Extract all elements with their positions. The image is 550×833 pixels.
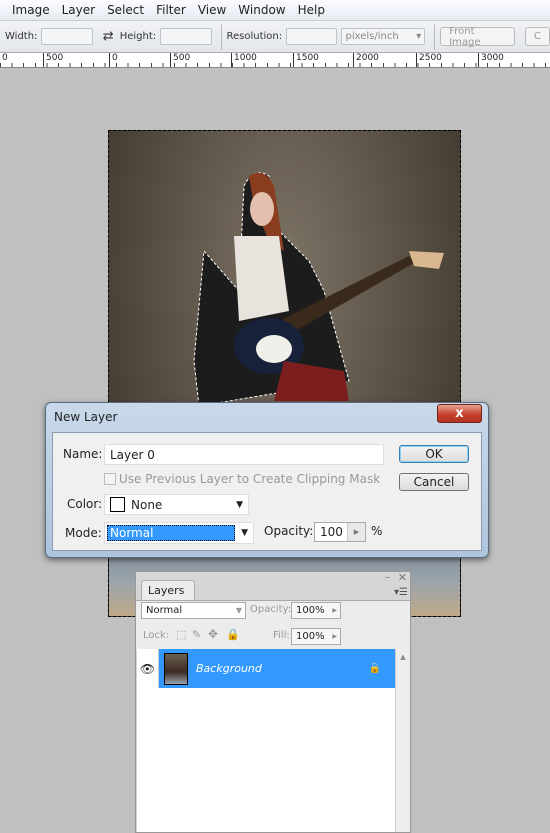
name-value: Layer 0 [110,447,155,462]
name-input[interactable]: Layer 0 [104,444,384,465]
opacity-label: Opacity: [250,604,292,615]
color-select[interactable]: None ▼ [104,494,249,515]
width-input[interactable] [41,28,93,45]
layer-thumbnail [164,652,188,685]
opacity-slider-arrow-icon[interactable]: ▶ [347,523,365,541]
menu-image[interactable]: Image [0,3,56,17]
options-bar: Width: ⇄ Height: Resolution: pixels/inch… [0,20,550,53]
layer-opacity-input[interactable]: 100% ▶ [291,602,341,619]
close-button[interactable]: x [437,404,482,423]
menu-help[interactable]: Help [292,3,331,17]
ruler-label: 0 [0,53,8,67]
ruler-label: 1000 [231,53,257,67]
ruler-ticks [0,63,550,67]
layer-opacity-value: 100% [296,605,325,616]
fill-label: Fill: [273,630,290,641]
menu-filter[interactable]: Filter [150,3,192,17]
lock-label: Lock: [143,630,170,641]
panel-menu-icon[interactable]: ▾☰ [394,587,408,598]
fill-value: 100% [296,631,325,642]
ruler-label: 0 [109,53,118,67]
opacity-value: 100 [320,525,343,539]
ruler-label: 3000 [478,53,504,67]
color-value: None [131,497,163,512]
lock-move-icon[interactable]: ✥ [208,627,218,641]
ruler-label: 2000 [353,53,379,67]
layers-panel: – ✕ ▾☰ Layers × Normal ▼ Opacity: 100% ▶ L… [135,571,411,833]
swap-icon[interactable]: ⇄ [103,29,114,44]
lock-icon: 🔒 [368,663,381,674]
menu-layer[interactable]: Layer [56,3,101,17]
clear-button[interactable]: C [525,27,550,46]
clipping-mask-label: Use Previous Layer to Create Clipping Ma… [119,472,381,486]
layer-name[interactable]: Background [196,662,262,675]
lock-brush-icon[interactable]: ✎ [192,628,201,641]
blend-mode-select[interactable]: Normal ▼ [141,602,246,619]
new-layer-dialog: New Layer x Name: Layer 0 Use Previous L… [45,402,489,558]
clipping-mask-checkbox[interactable] [104,473,116,485]
layer-row-background[interactable]: 👁 Background 🔒 [137,649,395,688]
percent-label: % [371,524,383,538]
width-label: Width: [5,31,38,42]
front-image-button[interactable]: Front Image [440,26,516,48]
horizontal-ruler: 0 500 0 500 1000 1500 2000 2500 3000 [0,53,550,68]
fill-input[interactable]: 100% ▶ [291,628,341,645]
units-value: pixels/inch [345,31,399,42]
chevron-down-icon: ▼ [241,528,248,538]
minimize-icon[interactable]: – [385,572,390,583]
mode-select[interactable]: Normal ▼ [104,522,254,544]
opacity-label: Opacity: [264,524,314,538]
resolution-label: Resolution: [226,31,283,42]
ruler-label: 2500 [416,53,442,67]
ruler-label: 500 [170,53,190,67]
chevron-down-icon: ▼ [235,606,242,615]
layers-scrollbar[interactable]: ▲ [395,649,410,832]
blend-mode-value: Normal [146,605,183,616]
lock-transparent-icon[interactable]: ⬚ [176,628,186,641]
divider [434,23,436,50]
ruler-label: 1500 [293,53,319,67]
height-input[interactable] [160,28,212,45]
close-icon[interactable]: ✕ [398,571,407,584]
ruler-label: 500 [43,53,63,67]
layers-list: 👁 Background 🔒 [137,649,395,832]
dialog-body: Name: Layer 0 Use Previous Layer to Crea… [52,432,482,551]
units-select[interactable]: pixels/inch ▾ [341,28,426,45]
mode-label: Mode: [65,526,102,540]
color-swatch [110,497,125,512]
chevron-down-icon: ▾ [416,31,422,42]
arrow-right-icon[interactable]: ▶ [332,607,337,614]
menu-select[interactable]: Select [101,3,150,17]
divider [220,23,222,50]
color-label: Color: [67,497,103,511]
height-label: Height: [119,31,157,42]
arrow-right-icon[interactable]: ▶ [332,633,337,640]
name-label: Name: [63,447,103,461]
lock-all-icon[interactable]: 🔒 [226,628,240,641]
resolution-input[interactable] [286,28,338,45]
chevron-down-icon: ▼ [236,499,243,510]
tab-label: Layers [148,584,185,597]
tab-layers[interactable]: Layers × [141,580,195,610]
scroll-up-icon[interactable]: ▲ [396,653,410,661]
dialog-title: New Layer [54,410,118,424]
mode-value: Normal [107,525,235,541]
visibility-eye-icon[interactable]: 👁 [137,649,159,688]
menu-view[interactable]: View [192,3,232,17]
ok-button[interactable]: OK [399,445,469,463]
menu-bar: Image Layer Select Filter View Window He… [0,0,550,20]
menu-window[interactable]: Window [232,3,291,17]
opacity-input[interactable]: 100 ▶ [314,522,366,542]
cancel-button[interactable]: Cancel [399,473,469,491]
